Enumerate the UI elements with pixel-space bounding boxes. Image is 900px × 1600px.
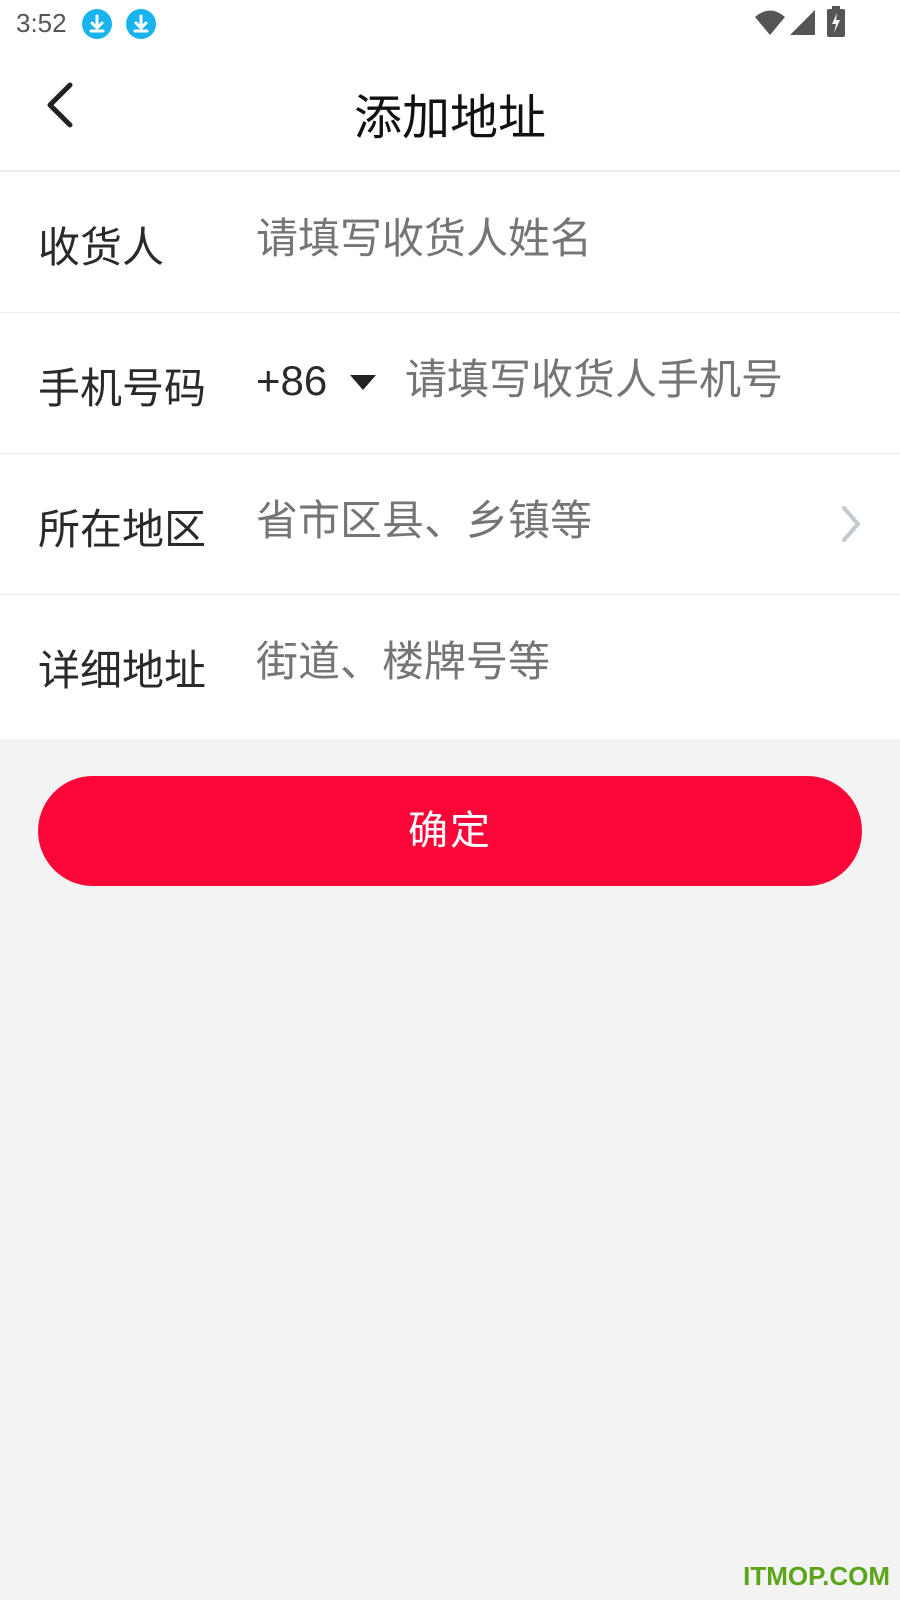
signal-icon xyxy=(788,8,816,40)
country-code-selector[interactable]: +86 xyxy=(256,357,327,405)
download-icon xyxy=(82,9,112,39)
watermark: ITMOP.COM xyxy=(743,1561,890,1591)
page-title: 添加地址 xyxy=(353,90,546,146)
phone-number-input[interactable] xyxy=(405,355,865,404)
confirm-button[interactable]: 确定 xyxy=(38,776,862,886)
wifi-icon xyxy=(754,8,786,40)
region-picker-input[interactable] xyxy=(256,496,816,545)
receiver-label: 收货人 xyxy=(38,223,165,272)
receiver-row: 收货人 xyxy=(0,172,900,313)
address-form: 收货人 手机号码 +86 所在地区 详细地址 xyxy=(0,172,900,739)
phone-label: 手机号码 xyxy=(38,364,207,413)
header: 添加地址 xyxy=(0,50,900,172)
status-time: 3:52 xyxy=(16,8,67,38)
phone-row: 手机号码 +86 xyxy=(0,313,900,454)
chevron-right-icon[interactable] xyxy=(836,502,866,546)
receiver-name-input[interactable] xyxy=(256,214,816,263)
region-row[interactable]: 所在地区 xyxy=(0,454,900,595)
detail-address-input[interactable] xyxy=(256,637,816,686)
status-bar: 3:52 xyxy=(0,0,900,50)
detail-label: 详细地址 xyxy=(38,646,207,695)
region-label: 所在地区 xyxy=(38,505,207,554)
battery-charging-icon xyxy=(826,6,846,42)
caret-down-icon[interactable] xyxy=(350,375,376,390)
download-icon xyxy=(126,9,156,39)
detail-row: 详细地址 xyxy=(0,595,900,739)
